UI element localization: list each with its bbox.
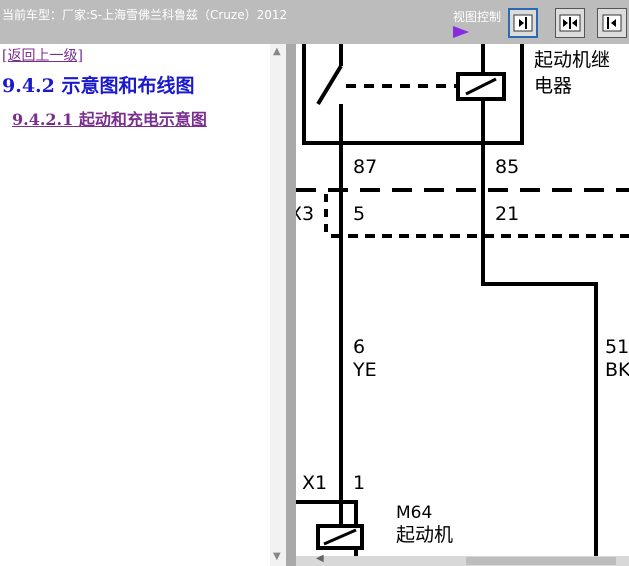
vertical-scrollbar[interactable]: ▲ ▼ xyxy=(270,44,286,566)
view-control-label: 视图控制 xyxy=(453,10,502,24)
scroll-left-icon[interactable]: ◀ xyxy=(316,553,324,564)
pane-splitter[interactable] xyxy=(286,44,296,566)
pin-1-label: 1 xyxy=(353,472,365,494)
pin-87-label: 87 xyxy=(353,156,377,178)
horizontal-scrollbar[interactable]: ◀ xyxy=(296,553,629,566)
split-view-button[interactable] xyxy=(555,8,585,38)
wire-51-color: BK xyxy=(605,359,629,381)
pin-85-label: 85 xyxy=(495,156,519,178)
pin-21-label: 21 xyxy=(495,203,519,225)
pane-left-icon xyxy=(602,14,622,32)
pin-5-label: 5 xyxy=(353,203,365,225)
collapse-left-pane-button[interactable] xyxy=(508,8,538,38)
wire-51-number: 51 xyxy=(605,336,629,358)
play-arrow-icon xyxy=(453,26,469,38)
wiring-diagram: 起动机继 电器 87 85 X3 5 21 6 YE 51 BK X1 1 M6… xyxy=(296,44,629,566)
section-title: 9.4.2 示意图和布线图 xyxy=(2,75,195,97)
connector-x3-label: X3 xyxy=(296,203,314,225)
pane-right-icon xyxy=(513,14,533,32)
subsection-link[interactable]: 9.4.2.1 起动和充电示意图 xyxy=(12,106,207,130)
collapse-right-pane-button[interactable] xyxy=(597,8,627,38)
scroll-down-icon[interactable]: ▼ xyxy=(273,551,281,562)
starter-code-label: M64 xyxy=(396,503,432,523)
back-link[interactable]: [返回上一级] xyxy=(2,45,83,65)
title-bar: 当前车型：厂家:S-上海雪佛兰科鲁兹（Cruze）2012 视图控制 xyxy=(0,0,629,44)
horizontal-scroll-thumb[interactable] xyxy=(466,557,616,565)
starter-name-label: 起动机 xyxy=(396,524,453,546)
split-view-icon xyxy=(559,14,581,32)
connector-x1-label: X1 xyxy=(302,472,327,494)
relay-label-line1: 起动机继 xyxy=(534,49,610,71)
wire-6-color: YE xyxy=(352,359,377,381)
relay-label-line2: 电器 xyxy=(534,75,572,97)
navigation-pane: [返回上一级] 9.4.2 示意图和布线图 9.4.2.1 起动和充电示意图 xyxy=(0,44,270,566)
wire-6-number: 6 xyxy=(353,336,365,358)
vehicle-title: 当前车型：厂家:S-上海雪佛兰科鲁兹（Cruze）2012 xyxy=(2,8,288,22)
scroll-up-icon[interactable]: ▲ xyxy=(273,46,281,57)
